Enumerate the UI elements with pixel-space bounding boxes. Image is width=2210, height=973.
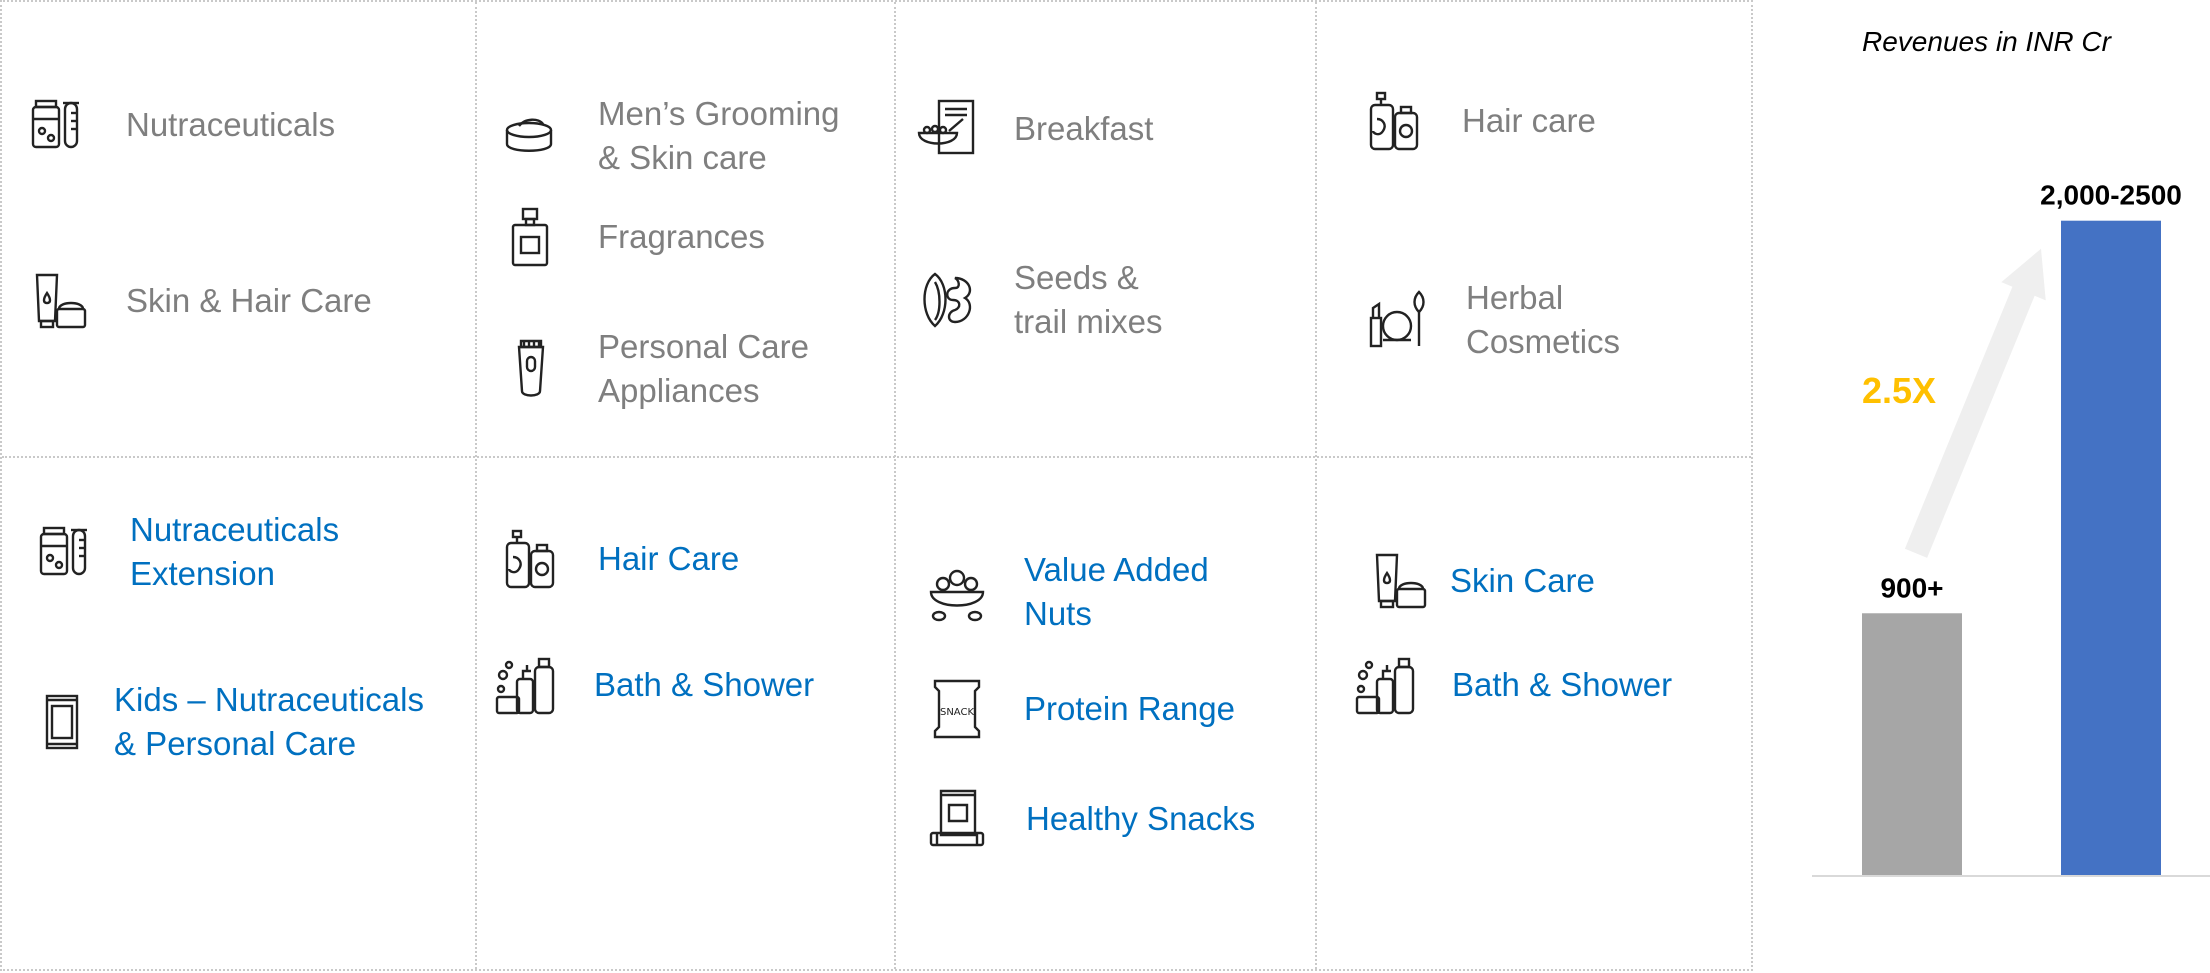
category-label: Herbal Cosmetics <box>1466 279 1621 360</box>
nut-bowl-icon <box>920 555 994 629</box>
category-herbal-cosmetics: Herbal Cosmetics <box>1362 276 1620 364</box>
category-bath-shower: Bath & Shower <box>490 648 814 722</box>
category-value-added-nuts: Value Added Nuts <box>920 548 1209 636</box>
category-label: Seeds & trail mixes <box>1014 259 1163 340</box>
shampoo-bottles-icon <box>1358 84 1432 158</box>
category-label: Personal Care Appliances <box>598 328 809 409</box>
trimmer-icon <box>494 332 568 406</box>
sachet-icon <box>26 685 100 759</box>
snack-bar-pack-icon: SNACK <box>920 672 994 746</box>
bottle-jar-test-tube-icon <box>22 88 96 162</box>
category-label: Fragrances <box>598 218 765 255</box>
category-skin-hair-care: Skin & Hair Care <box>22 264 372 338</box>
category-label: Protein Range <box>1024 690 1235 727</box>
category-label: Bath & Shower <box>1452 666 1673 703</box>
svg-text:SNACK: SNACK <box>940 707 974 718</box>
bar-1 <box>1862 613 1962 875</box>
row-divider <box>2 456 1751 458</box>
category-bath-shower-2: Bath & Shower <box>1350 648 1672 722</box>
revenue-chart-svg: 900+ 2,000-2500 <box>1812 180 2210 877</box>
category-label: Skin Care <box>1450 562 1595 599</box>
category-mens-grooming: Men’s Grooming & Skin care <box>494 92 840 180</box>
growth-multiplier: 2.5X <box>1862 370 1937 411</box>
cream-tube-jar-icon <box>1362 544 1436 618</box>
category-hair-care-bottom: Hair Care <box>494 522 739 596</box>
perfume-bottle-icon <box>494 200 568 274</box>
cream-jar-icon <box>494 99 568 173</box>
category-label: Hair Care <box>598 540 740 577</box>
bar-data-label: 2,000-2500 <box>2040 180 2182 211</box>
shampoo-bottles-icon <box>494 522 568 596</box>
category-label: Value Added Nuts <box>1024 551 1209 632</box>
almond-cashew-icon <box>910 263 984 337</box>
column-divider <box>475 2 477 969</box>
category-kids-nutraceuticals: Kids – Nutraceuticals & Personal Care <box>26 678 424 766</box>
makeup-brush-compact-icon <box>1362 283 1436 357</box>
bar-2 <box>2061 220 2161 875</box>
category-personal-care-appliances: Personal Care Appliances <box>494 325 809 413</box>
bottle-jar-test-tube-icon <box>30 515 104 589</box>
category-protein-range: SNACK Protein Range <box>920 672 1235 746</box>
column-divider <box>1315 2 1317 969</box>
cream-tube-jar-icon <box>22 264 96 338</box>
category-nutraceuticals-extension: Nutraceuticals Extension <box>30 508 339 596</box>
bath-products-icon <box>1350 648 1424 722</box>
bath-products-icon <box>490 648 564 722</box>
category-skin-care: Skin Care <box>1362 544 1595 618</box>
category-label: Men’s Grooming & Skin care <box>598 95 840 176</box>
category-label: Bath & Shower <box>594 666 815 703</box>
snack-pouch-bar-icon <box>920 782 994 856</box>
category-seeds-trail-mixes: Seeds & trail mixes <box>910 256 1163 344</box>
category-label: Kids – Nutraceuticals & Personal Care <box>114 681 424 762</box>
category-hair-care-top: Hair care <box>1358 84 1596 158</box>
category-nutraceuticals: Nutraceuticals <box>22 88 335 162</box>
revenue-chart: Revenues in INR Cr 900+ 2,000-2500 2.5X <box>1756 0 2210 973</box>
category-breakfast: Breakfast <box>910 92 1153 166</box>
category-label: Nutraceuticals Extension <box>130 511 340 592</box>
category-fragrances: Fragrances <box>494 200 765 274</box>
bar-data-label: 900+ <box>1880 572 1943 603</box>
category-label: Hair care <box>1462 102 1596 139</box>
category-healthy-snacks: Healthy Snacks <box>920 782 1255 856</box>
category-label: Skin & Hair Care <box>126 282 372 319</box>
category-label: Nutraceuticals <box>126 106 336 143</box>
cereal-box-bowl-icon <box>910 92 984 166</box>
category-label: Breakfast <box>1014 110 1154 147</box>
category-label: Healthy Snacks <box>1026 800 1256 837</box>
column-divider <box>894 2 896 969</box>
